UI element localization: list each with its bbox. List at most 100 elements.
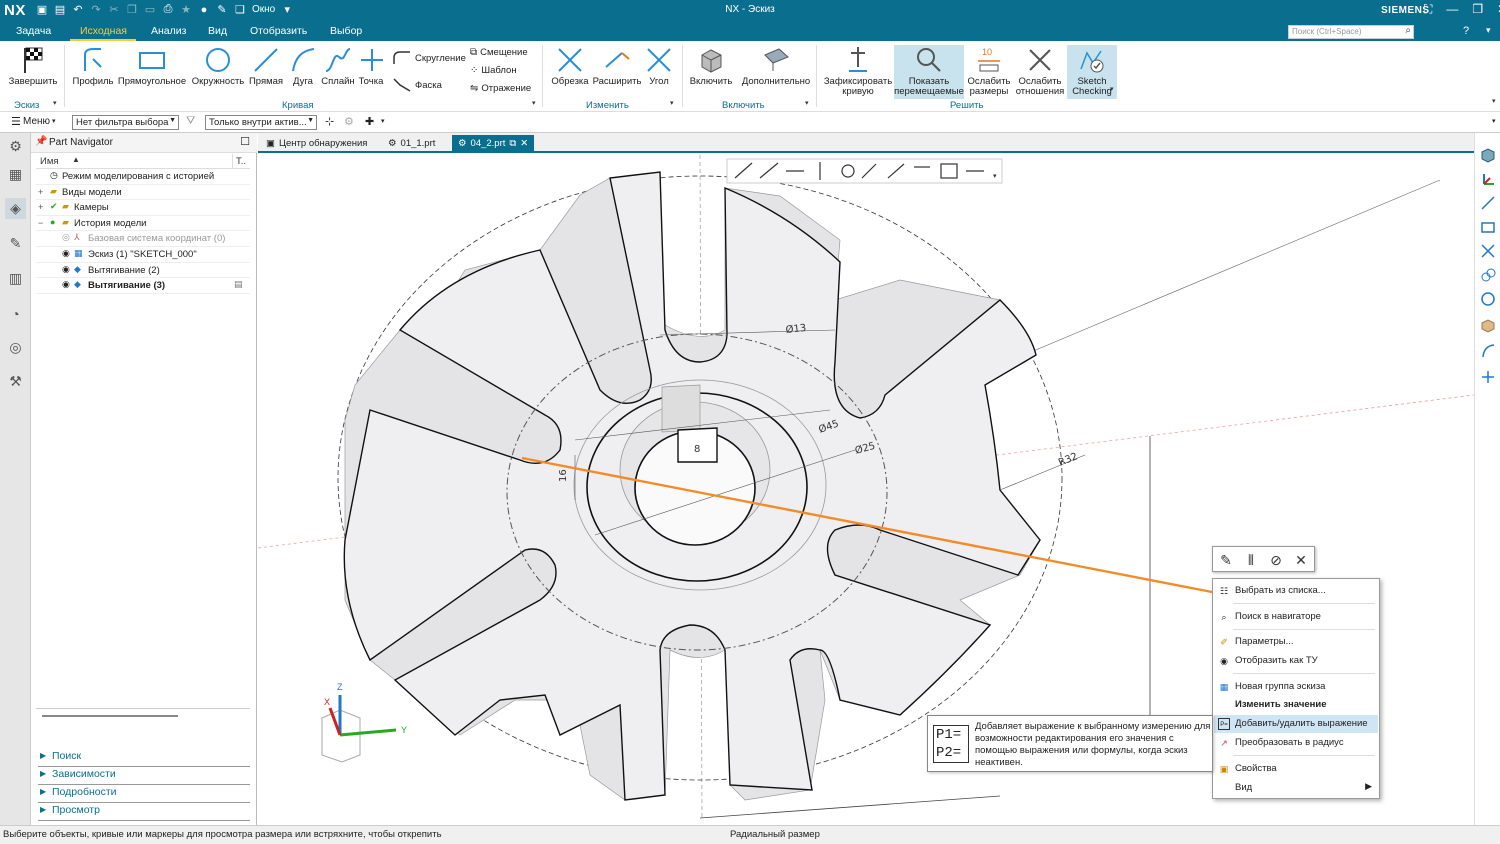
circle-button[interactable]: Окружность — [190, 45, 246, 87]
right-trim-icon[interactable] — [1478, 241, 1498, 261]
undock-icon[interactable]: ⧉ — [509, 138, 516, 149]
section-preview[interactable]: ▶ Просмотр — [38, 804, 250, 821]
menu-item-properties[interactable]: ▣ Свойства — [1214, 760, 1378, 778]
menu-item-edit-value[interactable]: Изменить значение — [1214, 696, 1378, 714]
snap-point-icon[interactable]: ⊹ — [325, 115, 334, 128]
show-movable-button[interactable]: Показать перемещаемые — [894, 45, 964, 99]
tree-row-model-views[interactable]: + ▰ Виды модели — [36, 185, 250, 201]
section-dependencies[interactable]: ▶ Зависимости — [38, 768, 250, 785]
offset-button[interactable]: ⧉ Смещение — [470, 47, 528, 58]
selection-scope-select[interactable]: Только внутри актив... ▼ — [205, 115, 317, 130]
sketch-group-more-icon[interactable]: ▾ — [53, 99, 57, 107]
fillet-button[interactable]: Скругление — [392, 50, 466, 66]
tab-home[interactable]: Исходная — [80, 25, 127, 37]
menu-button[interactable]: Меню — [23, 116, 50, 127]
tab-show[interactable]: Отобразить — [250, 25, 307, 37]
constraint-toolbar-more-icon[interactable]: ▾ — [993, 173, 997, 180]
help-icon[interactable]: ? — [1463, 25, 1469, 37]
dim-label-16[interactable]: 16 — [558, 469, 569, 482]
right-point-icon[interactable] — [1478, 367, 1498, 387]
filter-icon[interactable]: ⛛ — [186, 115, 195, 128]
point-snap-icon[interactable]: ✚ — [365, 115, 374, 128]
tree-row-sketch[interactable]: ◉ ▦ Эскиз (1) "SKETCH_000" — [36, 247, 250, 263]
column-t-header[interactable]: Т.. — [236, 156, 246, 167]
additional-button[interactable]: Дополнительно — [740, 45, 812, 87]
menu-item-convert-to-radius[interactable]: ↗ Преобразовать в радиус — [1214, 734, 1378, 752]
finish-sketch-button[interactable]: Завершить — [6, 45, 60, 87]
menu-item-select-from-list[interactable]: ☷ Выбрать из списка... — [1214, 582, 1378, 600]
scrollbar-thumb[interactable] — [42, 715, 178, 717]
history-icon[interactable]: ◔ — [5, 303, 26, 324]
menu-item-new-sketch-group[interactable]: ▦ Новая группа эскиза — [1214, 678, 1378, 696]
dim-label-d13[interactable]: Ø13 — [785, 322, 807, 336]
dim-label-8[interactable]: 8 — [694, 444, 700, 455]
ribbon-collapse-icon[interactable]: ▾ — [1492, 97, 1496, 105]
tree-row-cameras[interactable]: + ✔ ▰ Камеры — [36, 200, 250, 216]
web-browser-icon[interactable]: ◎ — [5, 337, 26, 358]
extend-button[interactable]: Расширить — [592, 45, 642, 87]
dimension-style-icon[interactable]: ⫴ — [1241, 550, 1261, 570]
tab-view[interactable]: Вид — [208, 25, 227, 37]
close-tab-icon[interactable]: ✕ — [520, 138, 528, 149]
profile-button[interactable]: Профиль — [70, 45, 116, 87]
snap-settings-icon[interactable]: ⚙ — [344, 115, 354, 128]
section-search[interactable]: ▶ Поиск — [38, 750, 250, 767]
view-orientation-icon[interactable] — [1478, 145, 1498, 165]
hamburger-menu-icon[interactable]: ☰ — [11, 115, 21, 128]
restore-icon[interactable]: ❐ — [1472, 2, 1483, 17]
tree-row-extrude-2[interactable]: ◉ ◆ Вытягивание (2) — [36, 263, 250, 279]
relax-dimensions-button[interactable]: 10 Ослабить размеры — [966, 45, 1012, 97]
search-icon[interactable]: ⌕ — [1405, 25, 1411, 36]
maximize-icon[interactable]: ☐ — [240, 135, 250, 148]
right-circle-icon[interactable] — [1478, 289, 1498, 309]
right-rectangle-icon[interactable] — [1478, 217, 1498, 237]
right-extrude-icon[interactable] — [1478, 315, 1498, 335]
tree-row-extrude-3[interactable]: ◉ ◆ Вытягивание (3) ▤ — [36, 278, 250, 294]
hide-icon[interactable]: ⊘ — [1266, 550, 1286, 570]
pin-icon[interactable]: 📌 — [35, 136, 47, 147]
arc-button[interactable]: Дуга — [288, 45, 318, 87]
tab-analysis[interactable]: Анализ — [151, 25, 186, 37]
column-name-header[interactable]: Имя — [40, 156, 59, 167]
sketch-checking-caret-icon[interactable]: ▾ — [1110, 85, 1114, 93]
right-pattern-icon[interactable] — [1478, 265, 1498, 285]
expand-icon[interactable]: + — [38, 202, 43, 212]
mirror-button[interactable]: ⇋ Отражение — [470, 83, 531, 94]
edit-dimension-icon[interactable]: ✎ — [1216, 550, 1236, 570]
tab-task[interactable]: Задача — [16, 25, 51, 37]
curve-group-more-icon[interactable]: ▾ — [532, 99, 536, 107]
fix-curve-button[interactable]: Зафиксировать кривую — [823, 45, 893, 97]
fullscreen-icon[interactable]: ⛶ — [1424, 2, 1432, 17]
minimize-icon[interactable]: — — [1446, 2, 1458, 17]
visible-eye-icon[interactable]: ◉ — [62, 264, 70, 275]
edit-group-more-icon[interactable]: ▾ — [670, 99, 674, 107]
menu-caret-icon[interactable]: ▾ — [52, 117, 56, 125]
type-filter-select[interactable]: Нет фильтра выбора ▼ — [72, 115, 179, 130]
spline-button[interactable]: Сплайн — [320, 45, 356, 87]
right-line-icon[interactable] — [1478, 193, 1498, 213]
right-arc-icon[interactable] — [1478, 341, 1498, 361]
selbar-more-icon[interactable]: ▾ — [1492, 117, 1496, 125]
tab-discovery-center[interactable]: ▣ Центр обнаружения — [260, 135, 373, 151]
section-details[interactable]: ▶ Подробности — [38, 786, 250, 803]
tab-file-01-1[interactable]: ⚙ 01_1.prt — [382, 135, 441, 151]
tree-row-model-history[interactable]: − ● ▰ История модели — [36, 216, 250, 232]
point-button[interactable]: Точка — [357, 45, 385, 87]
collapse-icon[interactable]: − — [38, 218, 43, 228]
ribbon-options-icon[interactable]: ▾ — [1486, 25, 1491, 36]
part-navigator-icon[interactable]: ◈ — [5, 198, 26, 219]
menu-item-parameters[interactable]: ✐ Параметры... — [1214, 633, 1378, 651]
tree-row-history-mode[interactable]: ◷ Режим моделирования с историей — [36, 169, 250, 185]
tab-file-04-2[interactable]: ⚙ 04_2.prt ⧉ ✕ — [452, 135, 535, 151]
rectangle-button[interactable]: Прямоугольное — [117, 45, 187, 87]
include-group-more-icon[interactable]: ▾ — [805, 99, 809, 107]
resource-bar-settings-icon[interactable]: ⚙ — [5, 136, 26, 157]
menu-item-display-as-pmi[interactable]: ◉ Отобразить как ТУ — [1214, 652, 1378, 670]
csys-icon[interactable] — [1478, 169, 1498, 189]
dim-label-r32[interactable]: R32 — [1057, 451, 1079, 469]
menu-item-add-remove-expression[interactable]: P= Добавить/удалить выражение — [1214, 715, 1378, 733]
sketch-navigator-icon[interactable]: ✎ — [5, 233, 26, 254]
reuse-library-icon[interactable]: ▥ — [5, 268, 26, 289]
hidden-eye-icon[interactable]: ◎ — [62, 232, 70, 243]
pattern-button[interactable]: ⁘ Шаблон — [470, 65, 517, 76]
